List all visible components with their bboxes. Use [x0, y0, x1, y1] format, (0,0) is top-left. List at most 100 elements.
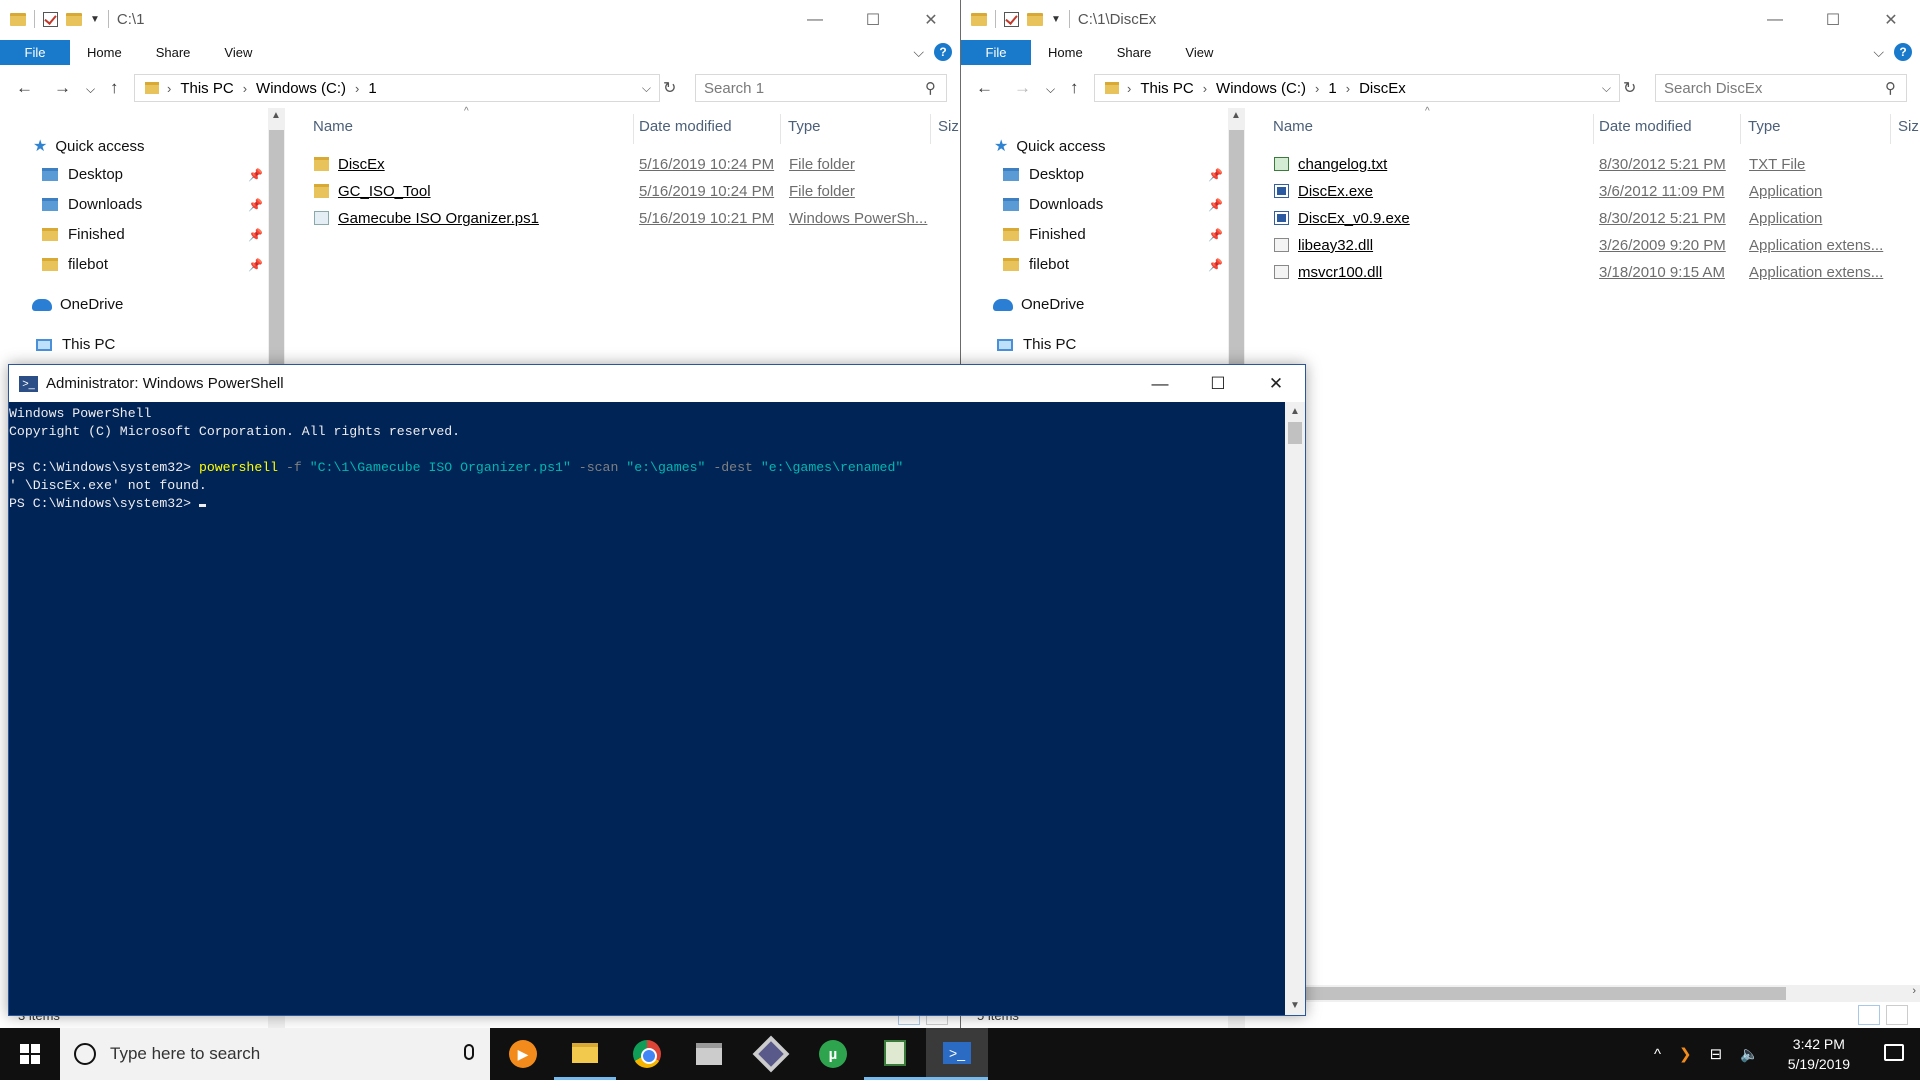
properties-icon[interactable]	[43, 11, 58, 27]
scroll-down-icon[interactable]: ▼	[1290, 1000, 1300, 1011]
chevron-down-icon[interactable]: ⌵	[642, 81, 651, 96]
breadcrumb-folder-1[interactable]: 1	[368, 80, 376, 97]
maximize-button[interactable]: ☐	[1189, 365, 1247, 402]
expand-ribbon-icon[interactable]: ⌵	[913, 44, 924, 61]
large-icons-view-icon[interactable]	[1886, 1005, 1908, 1025]
file-row[interactable]: DiscEx_v0.9.exe 8/30/2012 5:21 PM Applic…	[1270, 206, 1920, 232]
nav-item-finished[interactable]: Finished	[1003, 226, 1086, 243]
forward-arrow-icon[interactable]: →	[1014, 78, 1031, 98]
column-header-type[interactable]: Type	[1748, 118, 1781, 135]
file-row[interactable]: changelog.txt 8/30/2012 5:21 PM TXT File	[1270, 152, 1920, 178]
file-row[interactable]: GC_ISO_Tool 5/16/2019 10:24 PM File fold…	[310, 179, 960, 205]
column-header-type[interactable]: Type	[788, 118, 821, 135]
tab-file[interactable]: File	[0, 40, 70, 65]
nav-item-this-pc[interactable]: This PC	[997, 336, 1076, 353]
tab-share[interactable]: Share	[1100, 40, 1169, 65]
up-arrow-icon[interactable]: ↑	[1070, 78, 1079, 98]
network-icon[interactable]: ⊟	[1710, 1045, 1723, 1063]
taskbar-search-box[interactable]: Type here to search	[60, 1028, 490, 1080]
scroll-thumb[interactable]	[1288, 422, 1302, 444]
back-arrow-icon[interactable]: ←	[16, 78, 33, 98]
scroll-up-icon[interactable]: ▲	[1290, 406, 1300, 417]
up-arrow-icon[interactable]: ↑	[110, 78, 119, 98]
maximize-button[interactable]: ☐	[1804, 0, 1862, 40]
minimize-button[interactable]: —	[1131, 365, 1189, 402]
nav-item-downloads[interactable]: Downloads	[1003, 196, 1103, 213]
pin-icon[interactable]: 📌	[248, 228, 263, 242]
console-prompt-line[interactable]: PS C:\Windows\system32>	[9, 495, 1285, 513]
action-center-icon[interactable]	[1884, 1044, 1904, 1061]
new-folder-icon[interactable]	[1027, 12, 1043, 26]
nav-item-filebot[interactable]: filebot	[42, 256, 108, 273]
forward-arrow-icon[interactable]: →	[54, 78, 71, 98]
pin-icon[interactable]: 📌	[1208, 168, 1223, 182]
help-icon[interactable]: ?	[934, 43, 952, 61]
title-bar[interactable]: ▼ C:\1\DiscEx — ☐ ✕	[961, 0, 1920, 40]
recent-locations-icon[interactable]: ⌵	[86, 82, 95, 97]
taskbar-app-gamecube[interactable]	[740, 1028, 802, 1080]
tab-home[interactable]: Home	[70, 40, 139, 65]
back-arrow-icon[interactable]: ←	[976, 78, 993, 98]
quick-access[interactable]: ★ Quick access	[994, 136, 1106, 156]
breadcrumb-this-pc[interactable]: This PC	[1140, 80, 1193, 97]
show-hidden-icons-icon[interactable]: ^	[1654, 1046, 1661, 1063]
nav-item-desktop[interactable]: Desktop	[42, 166, 123, 183]
file-row[interactable]: DiscEx.exe 3/6/2012 11:09 PM Application	[1270, 179, 1920, 205]
breadcrumb-folder-1[interactable]: 1	[1328, 80, 1336, 97]
nav-item-downloads[interactable]: Downloads	[42, 196, 142, 213]
column-header-date[interactable]: Date modified	[1599, 118, 1692, 135]
nav-item-finished[interactable]: Finished	[42, 226, 125, 243]
taskbar-app-store[interactable]	[678, 1028, 740, 1080]
breadcrumb-windows-c[interactable]: Windows (C:)	[1216, 80, 1306, 97]
nav-item-onedrive[interactable]: OneDrive	[993, 296, 1084, 313]
minimize-button[interactable]: —	[786, 0, 844, 40]
console-output[interactable]: Windows PowerShell Copyright (C) Microsof…	[9, 402, 1285, 1015]
maximize-button[interactable]: ☐	[844, 0, 902, 40]
search-input[interactable]: Search DiscEx ⚲	[1655, 74, 1907, 102]
refresh-icon[interactable]: ↻	[1623, 78, 1636, 98]
file-row[interactable]: Gamecube ISO Organizer.ps1 5/16/2019 10:…	[310, 206, 960, 232]
column-header-name[interactable]: Name	[1273, 118, 1313, 135]
column-header-size[interactable]: Siz	[938, 118, 959, 135]
tab-home[interactable]: Home	[1031, 40, 1100, 65]
customize-toolbar-icon[interactable]: ▼	[1051, 14, 1061, 25]
scroll-thumb[interactable]	[1306, 987, 1786, 1000]
minimize-button[interactable]: —	[1746, 0, 1804, 40]
help-icon[interactable]: ?	[1894, 43, 1912, 61]
tab-share[interactable]: Share	[139, 40, 208, 65]
taskbar-app-notepad[interactable]	[864, 1028, 926, 1080]
horizontal-scrollbar[interactable]: ›	[1306, 985, 1920, 1002]
nav-item-onedrive[interactable]: OneDrive	[32, 296, 123, 313]
microphone-icon[interactable]	[464, 1044, 474, 1060]
pin-icon[interactable]: 📌	[248, 258, 263, 272]
file-row[interactable]: libeay32.dll 3/26/2009 9:20 PM Applicati…	[1270, 233, 1920, 259]
expand-ribbon-icon[interactable]: ⌵	[1873, 44, 1884, 61]
recent-locations-icon[interactable]: ⌵	[1046, 82, 1055, 97]
refresh-icon[interactable]: ↻	[663, 78, 676, 98]
scroll-up-icon[interactable]: ▲	[271, 110, 281, 121]
nav-item-desktop[interactable]: Desktop	[1003, 166, 1084, 183]
search-input[interactable]: Search 1 ⚲	[695, 74, 947, 102]
breadcrumb-this-pc[interactable]: This PC	[180, 80, 233, 97]
tab-file[interactable]: File	[961, 40, 1031, 65]
close-button[interactable]: ✕	[1247, 365, 1305, 402]
tab-view[interactable]: View	[207, 40, 269, 65]
start-button[interactable]	[0, 1028, 60, 1080]
breadcrumb-windows-c[interactable]: Windows (C:)	[256, 80, 346, 97]
quick-access[interactable]: ★ Quick access	[33, 136, 145, 156]
properties-icon[interactable]	[1004, 11, 1019, 27]
breadcrumb-discex[interactable]: DiscEx	[1359, 80, 1406, 97]
close-button[interactable]: ✕	[1862, 0, 1920, 40]
pin-icon[interactable]: 📌	[1208, 228, 1223, 242]
nav-item-filebot[interactable]: filebot	[1003, 256, 1069, 273]
pin-icon[interactable]: 📌	[248, 168, 263, 182]
pin-icon[interactable]: 📌	[1208, 258, 1223, 272]
taskbar-app-chrome[interactable]	[616, 1028, 678, 1080]
title-bar[interactable]: >_ Administrator: Windows PowerShell — ☐…	[9, 365, 1305, 402]
column-header-date[interactable]: Date modified	[639, 118, 732, 135]
close-button[interactable]: ✕	[902, 0, 960, 40]
plex-icon[interactable]: ❯	[1679, 1045, 1692, 1063]
taskbar-app-utorrent[interactable]: µ	[802, 1028, 864, 1080]
system-clock[interactable]: 3:42 PM 5/19/2019	[1788, 1034, 1850, 1074]
details-view-icon[interactable]	[1858, 1005, 1880, 1025]
